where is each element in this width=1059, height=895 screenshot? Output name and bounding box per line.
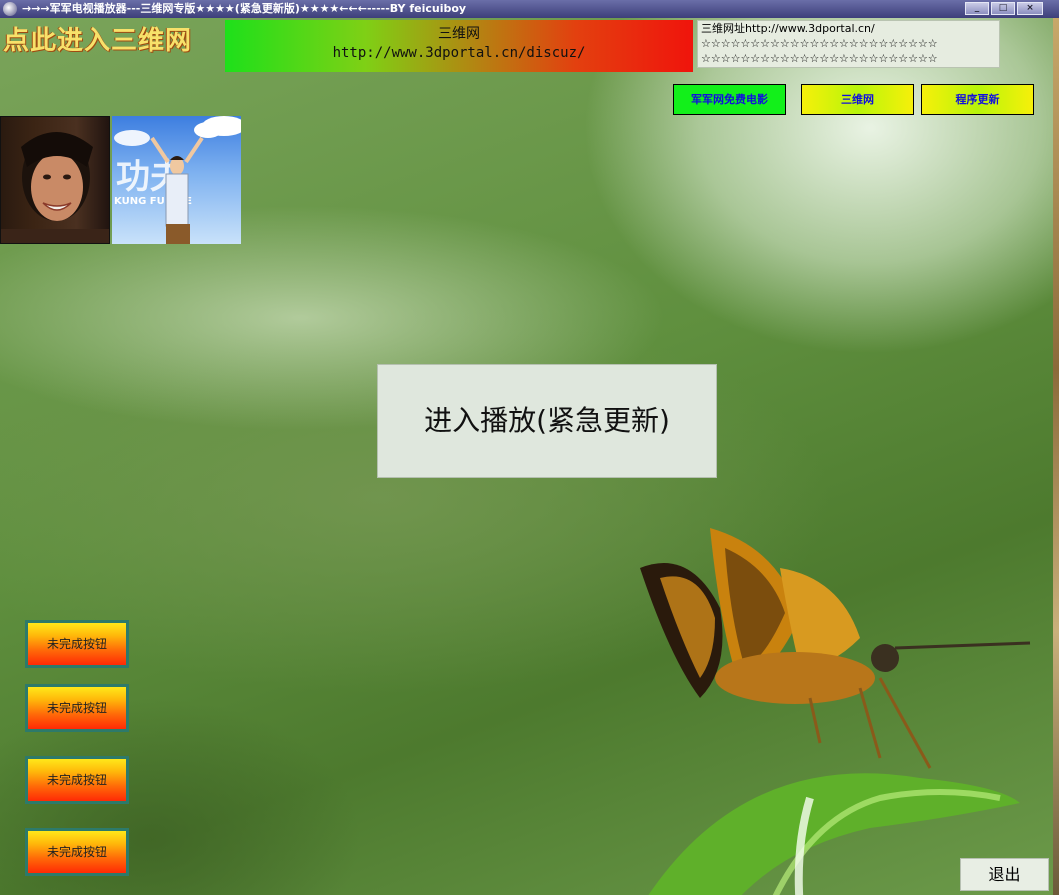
unfinished-button-4[interactable]: 未完成按钮	[25, 828, 129, 876]
app-icon[interactable]	[3, 2, 17, 16]
portrait-image	[1, 132, 109, 243]
program-update-button[interactable]: 程序更新	[921, 84, 1034, 115]
free-movies-button[interactable]: 军军网免费电影	[673, 84, 786, 115]
portrait-photo[interactable]	[0, 116, 110, 244]
banner-url: http://www.3dportal.cn/discuz/	[332, 45, 586, 61]
maximize-button[interactable]: □	[991, 2, 1015, 15]
window-title: →→→军军电视播放器---三维网专版★★★★(紧急更新版)★★★★←←←----…	[22, 2, 467, 15]
title-bar: →→→军军电视播放器---三维网专版★★★★(紧急更新版)★★★★←←←----…	[0, 0, 1059, 18]
exit-button[interactable]: 退出	[960, 858, 1049, 891]
3dportal-banner[interactable]: 三维网 http://www.3dportal.cn/discuz/	[225, 20, 693, 72]
minimize-button[interactable]: _	[965, 2, 989, 15]
close-button[interactable]: ×	[1017, 2, 1043, 15]
info-textbox[interactable]: 三维网址http://www.3dportal.cn/ ☆☆☆☆☆☆☆☆☆☆☆☆…	[697, 20, 1000, 68]
butterfly-decoration	[640, 528, 1031, 769]
info-line-1: 三维网址http://www.3dportal.cn/	[701, 22, 875, 35]
unfinished-button-1[interactable]: 未完成按钮	[25, 620, 129, 668]
info-line-3: ☆☆☆☆☆☆☆☆☆☆☆☆☆☆☆☆☆☆☆☆☆☆☆☆	[701, 52, 938, 65]
enter-play-button[interactable]: 进入播放(紧急更新)	[377, 364, 717, 478]
info-line-2: ☆☆☆☆☆☆☆☆☆☆☆☆☆☆☆☆☆☆☆☆☆☆☆☆	[701, 37, 938, 50]
unfinished-button-2[interactable]: 未完成按钮	[25, 684, 129, 732]
unfinished-button-3[interactable]: 未完成按钮	[25, 756, 129, 804]
main-window-client: 点此进入三维网 三维网 http://www.3dportal.cn/discu…	[0, 18, 1053, 895]
background-window-edge	[1053, 18, 1059, 895]
kungfu-poster-image: 功夫 KUNG FUSTLE	[114, 116, 241, 244]
kungfu-poster-photo[interactable]: 功夫 KUNG FUSTLE	[112, 116, 241, 244]
3dportal-button[interactable]: 三维网	[801, 84, 914, 115]
banner-title: 三维网	[438, 26, 480, 42]
enter-3dportal-link[interactable]: 点此进入三维网	[3, 20, 192, 57]
